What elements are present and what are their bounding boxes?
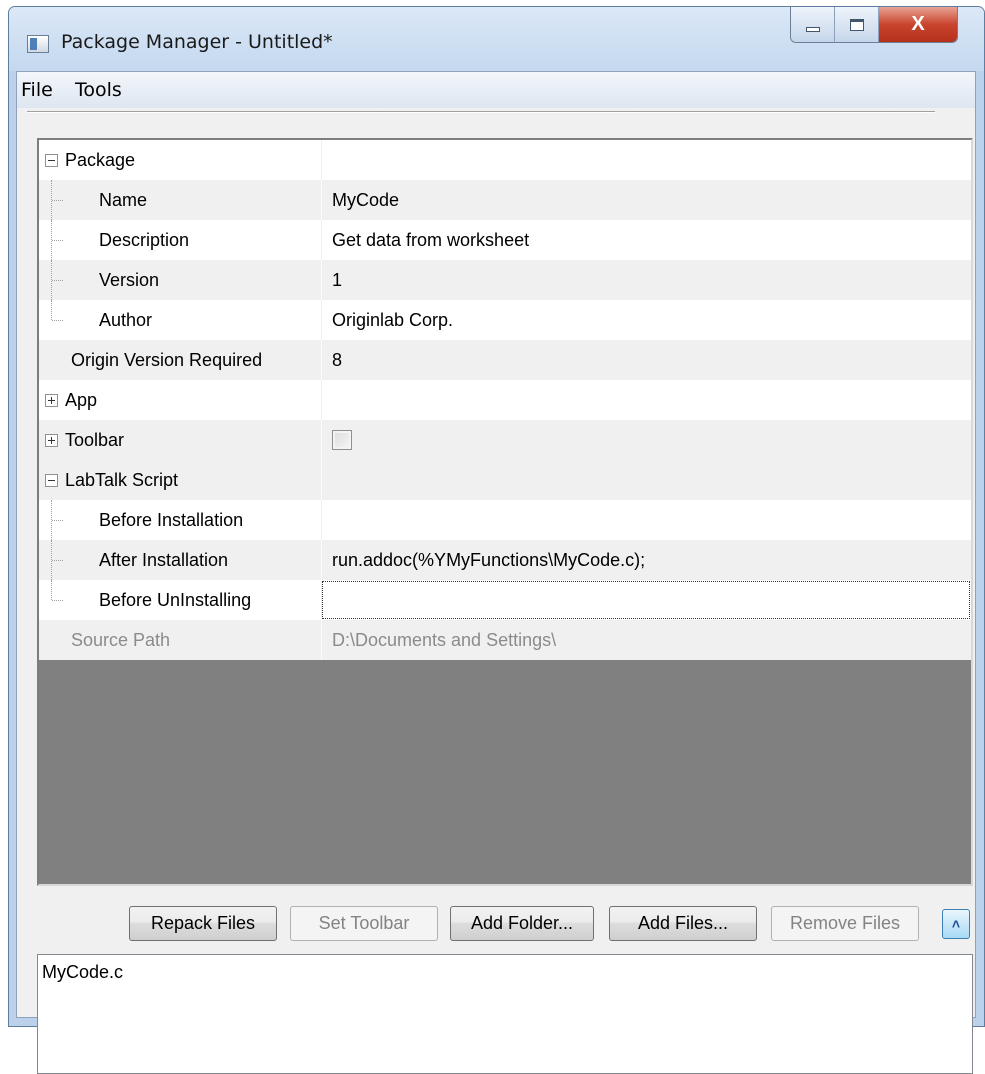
tree-connector: [51, 500, 63, 540]
client-area: File Tools Package Name MyCode Descripti…: [16, 71, 976, 1074]
tree-connector: [51, 260, 63, 300]
source-path-label: Source Path: [71, 629, 171, 650]
labtalk-value: [321, 460, 971, 500]
grid-row-before-install[interactable]: Before Installation: [39, 500, 971, 540]
menu-separator: [27, 111, 935, 113]
tree-connector: [51, 220, 63, 260]
author-value[interactable]: Originlab Corp.: [321, 300, 971, 340]
labtalk-label: LabTalk Script: [65, 469, 179, 490]
caption-buttons: X: [790, 7, 958, 43]
double-chevron-up-icon: ˄: [951, 916, 961, 932]
grid-row-source-path: Source Path D:\Documents and Settings\: [39, 620, 971, 660]
files-list[interactable]: MyCode.c: [37, 954, 973, 1074]
title-bar[interactable]: Package Manager - Untitled* X: [9, 7, 984, 71]
package-value: [321, 140, 971, 180]
grid-cell-author: Author: [39, 300, 321, 340]
app-window-icon: [27, 35, 49, 53]
grid-cell-source-path: Source Path: [39, 620, 321, 660]
grid-cell-origin-version: Origin Version Required: [39, 340, 321, 380]
grid-cell-name: Name: [39, 180, 321, 220]
grid-row-before-uninstall[interactable]: Before UnInstalling: [39, 580, 971, 620]
expand-icon[interactable]: [45, 394, 58, 407]
grid-row-version[interactable]: Version 1: [39, 260, 971, 300]
origin-version-label: Origin Version Required: [71, 349, 263, 370]
remove-files-button: Remove Files: [771, 906, 919, 941]
list-item[interactable]: MyCode.c: [42, 962, 123, 983]
description-label: Description: [99, 229, 190, 250]
before-uninstall-input[interactable]: [322, 581, 970, 619]
set-toolbar-button: Set Toolbar: [290, 906, 438, 941]
minimize-icon: [805, 27, 820, 32]
grid-cell-after-install: After Installation: [39, 540, 321, 580]
grid-row-app[interactable]: App: [39, 380, 971, 420]
package-manager-window: Package Manager - Untitled* X File Tools…: [8, 6, 985, 1074]
add-folder-button[interactable]: Add Folder...: [450, 906, 594, 941]
grid-row-author[interactable]: Author Originlab Corp.: [39, 300, 971, 340]
before-install-label: Before Installation: [99, 509, 244, 530]
grid-cell-labtalk: LabTalk Script: [39, 460, 321, 500]
grid-cell-version: Version: [39, 260, 321, 300]
grid-cell-package: Package: [39, 140, 321, 180]
app-value: [321, 380, 971, 420]
grid-cell-before-uninstall: Before UnInstalling: [39, 580, 321, 620]
tree-connector: [51, 180, 63, 220]
toolbar-label: Toolbar: [65, 429, 125, 450]
grid-row-description[interactable]: Description Get data from worksheet: [39, 220, 971, 260]
after-install-value[interactable]: run.addoc(%YMyFunctions\MyCode.c);: [321, 540, 971, 580]
menu-bar: File Tools: [17, 72, 975, 108]
name-value[interactable]: MyCode: [321, 180, 971, 220]
grid-cell-app: App: [39, 380, 321, 420]
tree-connector: [51, 300, 63, 321]
grid-row-package[interactable]: Package: [39, 140, 971, 180]
version-value[interactable]: 1: [321, 260, 971, 300]
close-button[interactable]: X: [879, 7, 957, 42]
button-bar: Repack Files Set Toolbar Add Folder... A…: [17, 906, 975, 942]
property-grid: Package Name MyCode Description Get data…: [37, 138, 973, 886]
window-title: Package Manager - Untitled*: [61, 31, 333, 53]
package-label: Package: [65, 149, 136, 170]
maximize-icon: [849, 18, 864, 31]
menu-file[interactable]: File: [21, 79, 53, 101]
grid-cell-toolbar: Toolbar: [39, 420, 321, 460]
origin-version-value[interactable]: 8: [321, 340, 971, 380]
source-path-value: D:\Documents and Settings\: [321, 620, 971, 660]
name-label: Name: [99, 189, 148, 210]
toolbar-checkbox[interactable]: [332, 430, 352, 450]
before-install-value[interactable]: [321, 500, 971, 540]
grid-row-labtalk[interactable]: LabTalk Script: [39, 460, 971, 500]
tree-connector: [51, 580, 63, 601]
grid-row-origin-version[interactable]: Origin Version Required 8: [39, 340, 971, 380]
grid-row-toolbar[interactable]: Toolbar: [39, 420, 971, 460]
minimize-button[interactable]: [791, 7, 835, 42]
author-label: Author: [99, 309, 153, 330]
menu-tools[interactable]: Tools: [75, 79, 122, 101]
collapse-panel-button[interactable]: ˄: [942, 909, 970, 939]
expand-icon[interactable]: [45, 434, 58, 447]
close-icon: X: [911, 13, 925, 35]
tree-connector: [51, 540, 63, 580]
maximize-button[interactable]: [835, 7, 879, 42]
grid-row-after-install[interactable]: After Installation run.addoc(%YMyFunctio…: [39, 540, 971, 580]
app-label: App: [65, 389, 98, 410]
collapse-icon[interactable]: [45, 474, 58, 487]
grid-cell-description: Description: [39, 220, 321, 260]
before-uninstall-label: Before UnInstalling: [99, 589, 252, 610]
repack-files-button[interactable]: Repack Files: [129, 906, 277, 941]
collapse-icon[interactable]: [45, 154, 58, 167]
version-label: Version: [99, 269, 160, 290]
grid-cell-before-install: Before Installation: [39, 500, 321, 540]
description-value[interactable]: Get data from worksheet: [321, 220, 971, 260]
after-install-label: After Installation: [99, 549, 229, 570]
grid-row-name[interactable]: Name MyCode: [39, 180, 971, 220]
add-files-button[interactable]: Add Files...: [609, 906, 757, 941]
before-uninstall-cell: [321, 580, 971, 620]
toolbar-value: [321, 420, 971, 460]
